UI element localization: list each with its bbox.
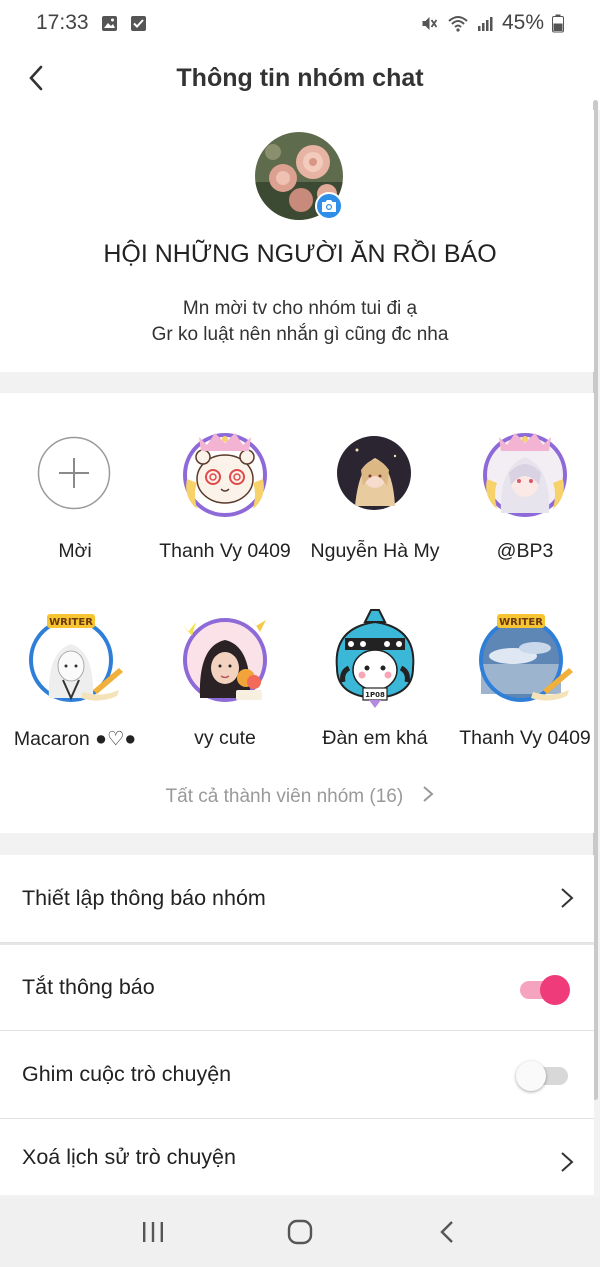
member-name: Nguyễn Hà My [310,540,440,562]
pin-conversation-label: Ghim cuộc trò chuyện [22,1062,232,1086]
chevron-right-icon [561,1152,574,1172]
member-avatar: 1P08 [335,609,415,708]
member-avatar [483,433,567,517]
svg-text:WRITER: WRITER [499,617,543,628]
member-avatar [337,436,411,510]
invite-label: Mời [58,540,92,562]
member-avatar [183,433,267,517]
member-name: Thanh Vy 0409 [159,540,291,562]
all-members-label: Tất cả thành viên nhóm (16) [165,786,404,807]
change-avatar-button[interactable] [315,192,343,220]
toggle-knob [516,1061,546,1091]
home-icon [287,1219,313,1245]
all-members-link[interactable]: Tất cả thành viên nhóm (16) [0,785,600,808]
header: Thông tin nhóm chat [0,46,600,110]
member-name: @BP3 [496,540,554,562]
group-description-line: Mn mời tv cho nhóm tui đi ạ [182,298,418,319]
home-button[interactable] [270,1207,330,1257]
mute-icon [422,16,438,30]
status-bar: 17:33 45% [0,0,600,46]
notification-settings-row[interactable]: Thiết lập thông báo nhóm [0,855,594,943]
status-time: 17:33 [36,11,89,34]
mute-notifications-label: Tắt thông báo [22,975,155,999]
group-description-line: Gr ko luật nên nhắn gì cũng đc nha [151,324,449,345]
page-title: Thông tin nhóm chat [176,63,424,92]
group-description: Mn mời tv cho nhóm tui đi ạ Gr ko luật n… [0,296,600,348]
group-name: HỘI NHỮNG NGƯỜI ĂN RỒI BÁO [103,240,497,268]
chevron-right-icon [423,786,434,802]
back-icon [439,1221,453,1243]
mute-notifications-toggle[interactable] [520,975,570,1005]
signal-icon [477,16,493,31]
pin-conversation-row: Ghim cuộc trò chuyện [0,1031,594,1119]
clear-history-row[interactable]: Xoá lịch sử trò chuyện [0,1119,594,1195]
member-name: Đàn em khá [322,727,428,749]
svg-text:1P08: 1P08 [365,691,385,699]
member-name: Thanh Vy 0409 [459,727,591,749]
wifi-icon [448,15,468,32]
recent-apps-icon [143,1222,164,1242]
notification-settings-label: Thiết lập thông báo nhóm [22,886,266,910]
navigation-bar [0,1197,600,1267]
back-arrow-icon [29,65,43,91]
member-avatar: WRITER [29,614,123,702]
settings-list: Thiết lập thông báo nhóm Tắt thông báo G… [0,855,594,1195]
member-avatar: WRITER [479,614,573,702]
clear-history-label: Xoá lịch sử trò chuyện [22,1144,236,1169]
group-info-section: HỘI NHỮNG NGƯỜI ĂN RỒI BÁO Mn mời tv cho… [0,110,594,372]
members-section: Mời Thanh Vy 0409 Nguyễn Hà My @BP3 WRIT… [0,393,594,833]
pin-conversation-toggle[interactable] [516,1061,570,1091]
back-button[interactable] [18,60,54,96]
check-box-icon [130,15,146,31]
add-icon [37,436,111,510]
gallery-icon [101,15,117,31]
battery-icon [552,14,564,32]
member-name: vy cute [194,727,256,749]
mute-notifications-row: Tắt thông báo [0,943,594,1031]
chevron-right-icon [561,888,574,908]
battery-percent: 45% [501,11,544,34]
svg-text:WRITER: WRITER [49,617,93,628]
toggle-knob [540,975,570,1005]
camera-icon [322,200,336,212]
member-name: Macaron ●♡● [13,728,137,750]
member-avatar [182,616,267,702]
system-back-button[interactable] [417,1207,477,1257]
recent-apps-button[interactable] [123,1207,183,1257]
